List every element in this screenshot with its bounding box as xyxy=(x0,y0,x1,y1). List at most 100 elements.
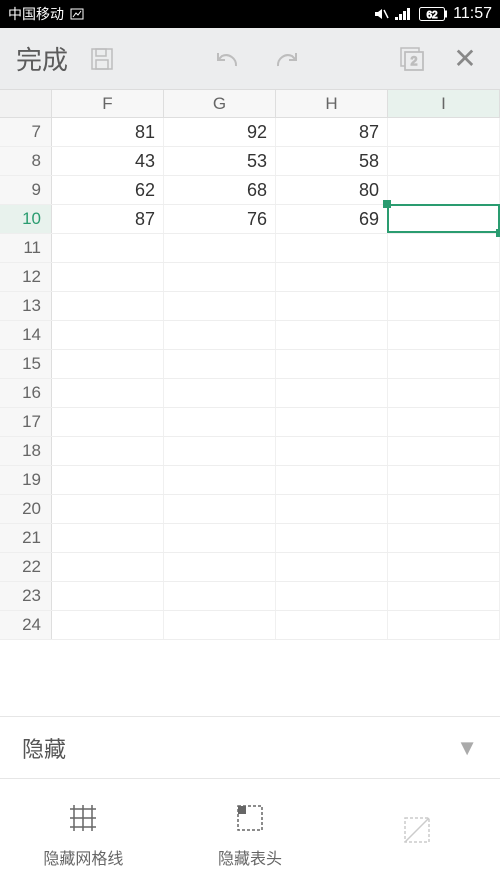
cell-G15[interactable] xyxy=(164,350,276,378)
cell-F15[interactable] xyxy=(52,350,164,378)
cell-G24[interactable] xyxy=(164,611,276,639)
cell-I24[interactable] xyxy=(388,611,500,639)
cell-H20[interactable] xyxy=(276,495,388,523)
row-header-15[interactable]: 15 xyxy=(0,350,52,378)
row-header-12[interactable]: 12 xyxy=(0,263,52,291)
cell-G7[interactable]: 92 xyxy=(164,118,276,146)
cell-F14[interactable] xyxy=(52,321,164,349)
cell-I18[interactable] xyxy=(388,437,500,465)
selection-handle-tl[interactable] xyxy=(383,200,391,208)
cell-G22[interactable] xyxy=(164,553,276,581)
col-header-G[interactable]: G xyxy=(164,90,276,117)
row-header-13[interactable]: 13 xyxy=(0,292,52,320)
cell-F18[interactable] xyxy=(52,437,164,465)
cell-I7[interactable] xyxy=(388,118,500,146)
cell-G19[interactable] xyxy=(164,466,276,494)
row-header-20[interactable]: 20 xyxy=(0,495,52,523)
cell-I13[interactable] xyxy=(388,292,500,320)
cell-I9[interactable] xyxy=(388,176,500,204)
row-header-10[interactable]: 10 xyxy=(0,205,52,233)
cell-G16[interactable] xyxy=(164,379,276,407)
cell-H8[interactable]: 58 xyxy=(276,147,388,175)
cell-F12[interactable] xyxy=(52,263,164,291)
cell-I12[interactable] xyxy=(388,263,500,291)
row-header-23[interactable]: 23 xyxy=(0,582,52,610)
cell-H18[interactable] xyxy=(276,437,388,465)
row-header-11[interactable]: 11 xyxy=(0,234,52,262)
cell-G9[interactable]: 68 xyxy=(164,176,276,204)
cell-G14[interactable] xyxy=(164,321,276,349)
cell-F24[interactable] xyxy=(52,611,164,639)
cell-F22[interactable] xyxy=(52,553,164,581)
cell-I19[interactable] xyxy=(388,466,500,494)
row-header-18[interactable]: 18 xyxy=(0,437,52,465)
undo-button[interactable] xyxy=(201,31,257,87)
cell-H24[interactable] xyxy=(276,611,388,639)
cell-I10[interactable] xyxy=(388,205,500,233)
cell-H7[interactable]: 87 xyxy=(276,118,388,146)
cell-I14[interactable] xyxy=(388,321,500,349)
cell-G13[interactable] xyxy=(164,292,276,320)
col-header-I[interactable]: I xyxy=(388,90,500,117)
col-header-H[interactable]: H xyxy=(276,90,388,117)
cell-F7[interactable]: 81 xyxy=(52,118,164,146)
selection-handle-br[interactable] xyxy=(496,229,500,237)
cell-H14[interactable] xyxy=(276,321,388,349)
cell-G12[interactable] xyxy=(164,263,276,291)
cell-H11[interactable] xyxy=(276,234,388,262)
cell-I15[interactable] xyxy=(388,350,500,378)
cell-G10[interactable]: 76 xyxy=(164,205,276,233)
hide-gridlines-button[interactable]: 隐藏网格线 xyxy=(0,779,167,890)
row-header-19[interactable]: 19 xyxy=(0,466,52,494)
cell-I23[interactable] xyxy=(388,582,500,610)
row-header-22[interactable]: 22 xyxy=(0,553,52,581)
cell-G18[interactable] xyxy=(164,437,276,465)
save-button[interactable] xyxy=(74,31,130,87)
cell-H19[interactable] xyxy=(276,466,388,494)
cell-H21[interactable] xyxy=(276,524,388,552)
redo-button[interactable] xyxy=(257,31,313,87)
row-header-17[interactable]: 17 xyxy=(0,408,52,436)
cell-H16[interactable] xyxy=(276,379,388,407)
done-button[interactable]: 完成 xyxy=(10,40,74,77)
cell-F9[interactable]: 62 xyxy=(52,176,164,204)
cell-H22[interactable] xyxy=(276,553,388,581)
cell-H13[interactable] xyxy=(276,292,388,320)
cell-I21[interactable] xyxy=(388,524,500,552)
row-header-7[interactable]: 7 xyxy=(0,118,52,146)
cell-G23[interactable] xyxy=(164,582,276,610)
cell-H12[interactable] xyxy=(276,263,388,291)
cell-F8[interactable]: 43 xyxy=(52,147,164,175)
cell-G11[interactable] xyxy=(164,234,276,262)
cell-F17[interactable] xyxy=(52,408,164,436)
corner-cell[interactable] xyxy=(0,90,52,117)
row-header-21[interactable]: 21 xyxy=(0,524,52,552)
cell-H10[interactable]: 69 xyxy=(276,205,388,233)
cell-F11[interactable] xyxy=(52,234,164,262)
cell-I20[interactable] xyxy=(388,495,500,523)
cell-G8[interactable]: 53 xyxy=(164,147,276,175)
row-header-16[interactable]: 16 xyxy=(0,379,52,407)
row-header-24[interactable]: 24 xyxy=(0,611,52,639)
cell-F21[interactable] xyxy=(52,524,164,552)
cell-G17[interactable] xyxy=(164,408,276,436)
cell-I16[interactable] xyxy=(388,379,500,407)
cell-F16[interactable] xyxy=(52,379,164,407)
row-header-8[interactable]: 8 xyxy=(0,147,52,175)
col-header-F[interactable]: F xyxy=(52,90,164,117)
cell-H17[interactable] xyxy=(276,408,388,436)
cell-F13[interactable] xyxy=(52,292,164,320)
cell-G21[interactable] xyxy=(164,524,276,552)
section-header[interactable]: 隐藏 ▼ xyxy=(0,716,500,778)
cell-H9[interactable]: 80 xyxy=(276,176,388,204)
close-button[interactable]: ✕ xyxy=(440,42,490,75)
tabs-button[interactable]: 2 xyxy=(384,31,440,87)
cell-F19[interactable] xyxy=(52,466,164,494)
cell-I8[interactable] xyxy=(388,147,500,175)
spreadsheet[interactable]: FGHI781928784353589626880108776691112131… xyxy=(0,90,500,640)
cell-F20[interactable] xyxy=(52,495,164,523)
cell-I22[interactable] xyxy=(388,553,500,581)
cell-I11[interactable] xyxy=(388,234,500,262)
cell-H15[interactable] xyxy=(276,350,388,378)
cell-F23[interactable] xyxy=(52,582,164,610)
